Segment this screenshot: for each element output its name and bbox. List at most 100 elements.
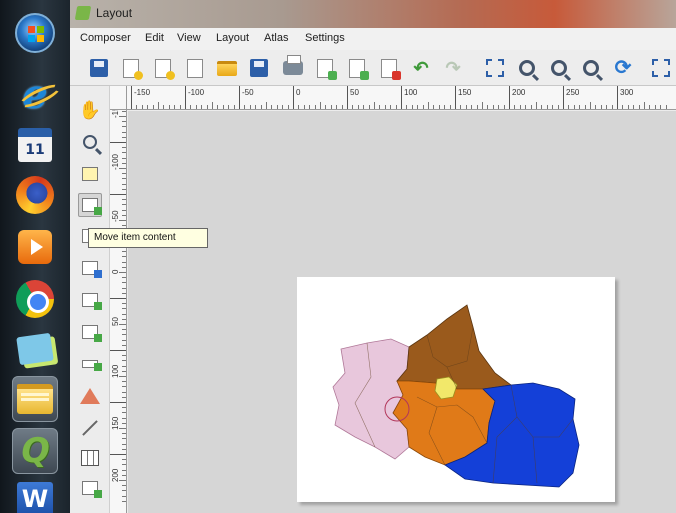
export-svg-button[interactable] <box>346 57 369 80</box>
add-arrow-tool[interactable] <box>78 416 102 440</box>
add-image-tool[interactable] <box>78 256 102 280</box>
undo-button[interactable]: ↶ <box>410 57 432 79</box>
menu-settings[interactable]: Settings <box>305 32 345 44</box>
ruler-minor-tick <box>422 105 424 109</box>
select-move-tool[interactable] <box>78 162 102 186</box>
zoom-out-button[interactable] <box>548 57 570 79</box>
map-item[interactable] <box>297 277 615 502</box>
horizontal-ruler[interactable]: -150 -100 -50 0 50 100 150 200 250 300 <box>127 86 676 110</box>
ruler-minor-tick <box>449 105 451 109</box>
lock-button[interactable] <box>650 57 672 79</box>
sticky-notes-icon <box>16 332 54 366</box>
zoom-tool[interactable] <box>78 130 102 154</box>
menu-bar: Composer Edit View Layout Atlas Settings <box>70 28 676 50</box>
ruler-minor-tick <box>122 407 126 409</box>
ruler-minor-tick <box>201 105 203 109</box>
ruler-minor-tick <box>314 105 316 109</box>
menu-composer[interactable]: Composer <box>80 32 131 44</box>
ruler-minor-tick <box>168 105 170 109</box>
ruler-minor-tick <box>122 209 126 211</box>
zoom-full-button[interactable] <box>484 57 506 79</box>
ruler-minor-tick <box>330 105 332 109</box>
ruler-minor-tick <box>530 105 532 109</box>
map-region-pink <box>332 338 410 460</box>
add-legend-tool[interactable] <box>78 320 102 344</box>
menu-view[interactable]: View <box>177 32 201 44</box>
media-player-button[interactable] <box>12 224 58 270</box>
ruler-minor-tick <box>325 105 327 109</box>
ruler-minor-tick <box>303 105 305 109</box>
ruler-minor-tick <box>341 105 343 109</box>
ruler-minor-tick <box>122 277 126 279</box>
window-title: Layout <box>96 6 133 20</box>
calendar-day: 11 <box>25 141 45 158</box>
ruler-minor-tick <box>122 256 126 258</box>
save-template-button[interactable] <box>248 57 270 79</box>
word-button[interactable]: W <box>12 476 58 513</box>
refresh-button[interactable]: ⟳ <box>612 57 634 79</box>
menu-edit[interactable]: Edit <box>145 32 164 44</box>
composer-manager-button[interactable] <box>184 57 206 79</box>
calendar-button[interactable]: 11 <box>12 122 58 168</box>
ruler-minor-tick <box>119 220 126 221</box>
word-letter: W <box>21 485 49 513</box>
ruler-minor-tick <box>644 102 645 109</box>
new-composer-button[interactable] <box>120 57 143 80</box>
ruler-minor-tick <box>374 102 375 109</box>
refresh-icon: ⟳ <box>614 57 632 79</box>
ruler-minor-tick <box>336 105 338 109</box>
ruler-minor-tick <box>573 105 575 109</box>
add-table-tool[interactable] <box>78 446 102 470</box>
ruler-minor-tick <box>141 105 143 109</box>
qgis-button[interactable]: Q <box>12 428 58 474</box>
composer-canvas[interactable] <box>128 111 676 513</box>
ruler-minor-tick <box>122 214 126 216</box>
ruler-minor-tick <box>119 480 126 481</box>
layout-page[interactable] <box>297 277 615 502</box>
ruler-minor-tick <box>406 105 408 109</box>
move-content-tool[interactable] <box>78 193 102 217</box>
duplicate-composer-button[interactable] <box>152 57 175 80</box>
open-template-button[interactable] <box>216 57 238 79</box>
redo-icon: ↷ <box>445 58 461 78</box>
zoom-100-button[interactable] <box>580 57 602 79</box>
redo-button[interactable]: ↷ <box>442 57 464 79</box>
ruler-major-tick <box>110 194 126 195</box>
ruler-minor-tick <box>122 131 126 133</box>
sticky-notes-button[interactable] <box>12 326 58 372</box>
add-label-tool[interactable] <box>78 288 102 312</box>
pan-tool[interactable]: ✋ <box>78 98 102 122</box>
file-explorer-button[interactable] <box>12 376 58 422</box>
ruler-minor-tick <box>606 105 608 109</box>
ruler-label: 0 <box>296 88 301 97</box>
menu-atlas[interactable]: Atlas <box>264 32 288 44</box>
export-pdf-button[interactable] <box>378 57 401 80</box>
title-bar[interactable]: Layout <box>70 0 676 28</box>
start-button[interactable] <box>12 10 58 56</box>
add-image-icon <box>82 261 102 278</box>
chrome-button[interactable] <box>12 276 58 322</box>
print-button[interactable] <box>282 55 304 79</box>
ruler-minor-tick <box>384 105 386 109</box>
ruler-minor-tick <box>271 105 273 109</box>
ruler-minor-tick <box>190 105 192 109</box>
add-html-tool[interactable] <box>78 476 102 500</box>
tooltip: Move item content <box>88 228 208 248</box>
zoom-in-button[interactable] <box>516 57 538 79</box>
internet-explorer-button[interactable]: e <box>12 72 64 118</box>
ruler-minor-tick <box>122 448 126 450</box>
ruler-major-tick <box>110 402 126 403</box>
menu-layout[interactable]: Layout <box>216 32 249 44</box>
vertical-ruler[interactable]: -150-100-50050100150200 <box>110 110 127 513</box>
ruler-minor-tick <box>627 105 629 109</box>
ruler-minor-tick <box>260 105 262 109</box>
ruler-minor-tick <box>122 417 126 419</box>
ruler-minor-tick <box>122 381 126 383</box>
firefox-button[interactable] <box>12 172 58 218</box>
export-image-button[interactable] <box>314 57 337 80</box>
add-scalebar-tool[interactable] <box>78 352 102 376</box>
ruler-minor-tick <box>122 500 126 502</box>
add-shape-tool[interactable] <box>78 384 102 408</box>
ruler-minor-tick <box>122 261 126 263</box>
save-button[interactable] <box>88 57 110 79</box>
